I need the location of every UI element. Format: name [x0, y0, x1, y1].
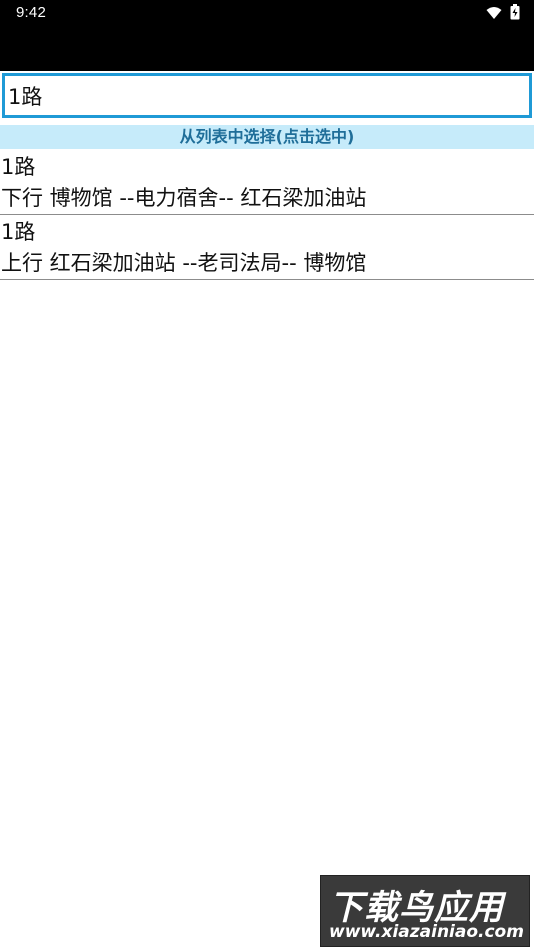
route-description: 上行 红石梁加油站 --老司法局-- 博物馆	[1, 251, 367, 275]
status-time: 9:42	[16, 4, 46, 21]
search-input[interactable]	[2, 73, 532, 118]
route-name: 1路	[1, 155, 36, 179]
list-hint: 从列表中选择(点击选中)	[0, 125, 534, 149]
route-description: 下行 博物馆 --电力宿舍-- 红石梁加油站	[1, 186, 367, 210]
watermark-logo: 下载鸟应用 www.xiazainiao.com	[320, 875, 530, 947]
status-icons	[486, 4, 520, 24]
search-bar	[0, 71, 534, 124]
list-item[interactable]: 1路 上行 红石梁加油站 --老司法局-- 博物馆	[0, 215, 534, 280]
list-item[interactable]: 1路 下行 博物馆 --电力宿舍-- 红石梁加油站	[0, 150, 534, 215]
wifi-icon	[486, 5, 502, 24]
route-list: 1路 下行 博物馆 --电力宿舍-- 红石梁加油站 1路 上行 红石梁加油站 -…	[0, 150, 534, 280]
route-name: 1路	[1, 220, 36, 244]
battery-icon	[510, 4, 520, 24]
watermark-url: www.xiazainiao.com	[329, 922, 524, 942]
status-bar: 9:42	[0, 0, 534, 71]
